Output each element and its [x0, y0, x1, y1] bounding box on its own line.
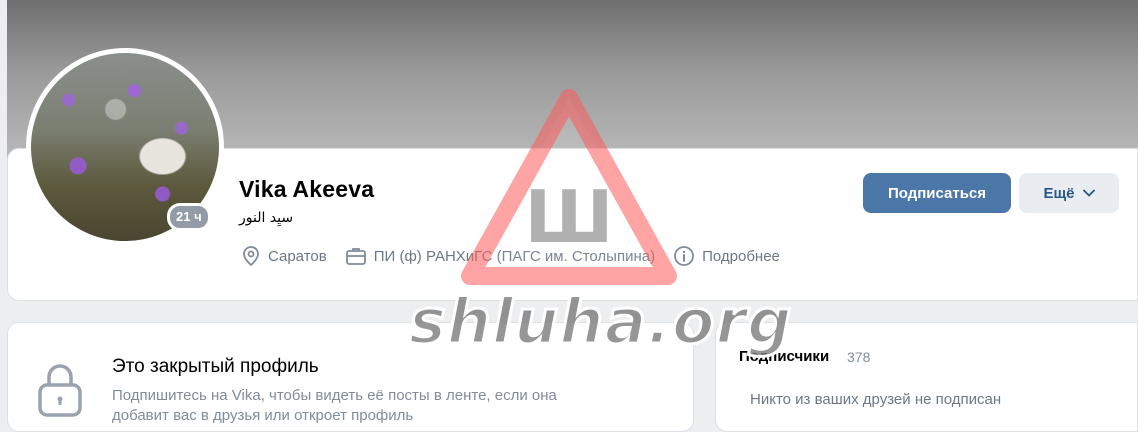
closed-profile-title: Это закрытый профиль — [112, 356, 319, 377]
watermark-triangle: Ш — [461, 89, 677, 285]
info-item-more-details[interactable]: Подробнее — [673, 245, 780, 267]
followers-empty-text: Никто из ваших друзей не подписан — [750, 391, 1002, 408]
chevron-down-icon — [1082, 189, 1095, 197]
watermark-text: shluha.org — [408, 284, 794, 360]
lock-icon — [38, 364, 82, 417]
profile-status: سيِد النور — [239, 210, 294, 226]
info-item-label: Саратов — [268, 247, 327, 265]
more-button[interactable]: Ещё — [1019, 173, 1119, 213]
subscribe-button[interactable]: Подписаться — [863, 173, 1011, 213]
subscribe-button-label: Подписаться — [887, 184, 987, 202]
watermark-letter: Ш — [525, 175, 614, 259]
location-pin-icon — [243, 246, 259, 267]
more-button-label: Ещё — [1043, 184, 1075, 202]
followers-count: 378 — [847, 349, 871, 365]
profile-name: Vika Akeeva — [239, 176, 375, 202]
info-item-city: Саратов — [241, 245, 327, 267]
closed-profile-description: Подпишитесь на Vika, чтобы видеть её пос… — [112, 387, 557, 424]
briefcase-icon — [345, 248, 366, 265]
info-item-label: Подробнее — [702, 247, 780, 265]
last-seen-badge: 21 ч — [167, 203, 211, 231]
